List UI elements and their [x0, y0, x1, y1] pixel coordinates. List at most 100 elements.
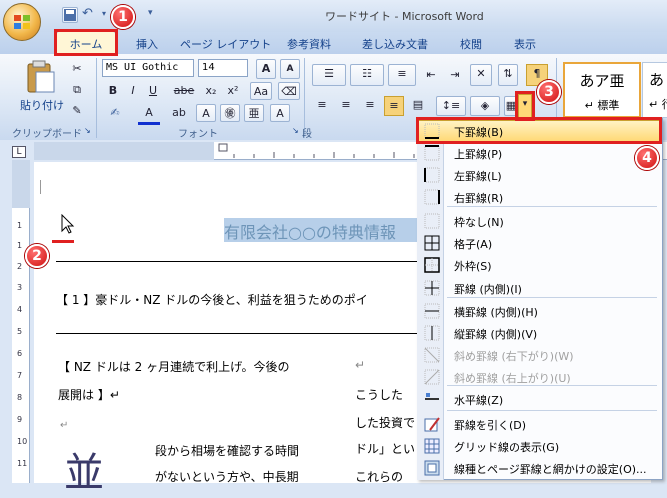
- menu-item[interactable]: 横罫線 (内側)(H): [418, 300, 662, 322]
- distributed-icon[interactable]: ▤: [408, 96, 428, 116]
- menu-item[interactable]: 縦罫線 (内側)(V): [418, 322, 662, 344]
- font-launcher-icon[interactable]: ↘: [292, 126, 299, 135]
- doc-line[interactable]: がないという方や、中長期: [155, 468, 299, 485]
- svg-text:7: 7: [17, 371, 22, 380]
- tab-view[interactable]: 表示: [514, 36, 536, 52]
- tab-insert[interactable]: 挿入: [136, 36, 158, 52]
- menu-item[interactable]: 上罫線(P): [418, 142, 662, 164]
- menu-item[interactable]: 右罫線(R): [418, 186, 662, 208]
- shading-icon[interactable]: ◈: [470, 96, 500, 116]
- doc-line[interactable]: した投資で: [355, 414, 415, 431]
- numbering-icon[interactable]: ☷: [350, 64, 384, 86]
- document-heading[interactable]: 有限会社○○の特典情報: [224, 218, 419, 242]
- diagonal-up-border-icon: [424, 369, 440, 385]
- menu-item[interactable]: 枠なし(N): [418, 210, 662, 232]
- menu-item[interactable]: 水平線(Z): [418, 388, 662, 410]
- menu-item[interactable]: グリッド線の表示(G): [418, 435, 662, 457]
- menu-item[interactable]: 左罫線(L): [418, 164, 662, 186]
- left-border-icon: [424, 167, 440, 183]
- view-gridlines-icon: [424, 438, 440, 454]
- char-shading-icon[interactable]: A: [196, 104, 216, 122]
- clipboard-launcher-icon[interactable]: ↘: [84, 126, 91, 135]
- menu-item[interactable]: 外枠(S): [418, 254, 662, 276]
- bold-icon[interactable]: B: [104, 82, 122, 100]
- increase-indent-icon[interactable]: ⇥: [444, 66, 466, 84]
- menu-item-label: 縦罫線 (内側)(V): [454, 328, 538, 341]
- font-size-select[interactable]: 14: [198, 59, 248, 77]
- menu-item[interactable]: 罫線を引く(D): [418, 413, 662, 435]
- style-normal[interactable]: あア亜 ↵ 標準: [563, 62, 641, 118]
- step-badge-4: 4: [635, 146, 659, 170]
- doc-line[interactable]: ドル」とい: [355, 440, 415, 457]
- tab-review[interactable]: 校閲: [460, 36, 482, 52]
- tab-page-layout[interactable]: ページ レイアウト: [180, 36, 271, 52]
- customize-qat-icon[interactable]: ▾: [148, 8, 153, 18]
- doc-line[interactable]: 【 1 】豪ドル・NZ ドルの今後と、利益を狙うためのポイ: [56, 291, 368, 308]
- style-next[interactable]: あ ↵ 行: [642, 62, 667, 118]
- decrease-indent-icon[interactable]: ⇤: [420, 66, 442, 84]
- menu-item-label: 斜め罫線 (右下がり)(W): [454, 350, 574, 363]
- undo-dropdown-icon[interactable]: ▾: [102, 9, 106, 18]
- svg-text:2: 2: [17, 262, 22, 271]
- office-button[interactable]: [3, 3, 41, 41]
- cut-icon[interactable]: ✂: [68, 60, 86, 78]
- format-painter-icon[interactable]: ✎: [68, 102, 86, 120]
- vertical-ruler[interactable]: 1123 4567 8 9 10 11: [12, 160, 30, 483]
- save-icon[interactable]: [62, 7, 78, 23]
- line-selection-marker: [52, 240, 74, 243]
- tab-references[interactable]: 参考資料: [287, 36, 331, 52]
- paste-button[interactable]: 貼り付け: [20, 97, 64, 113]
- drop-cap[interactable]: 並: [64, 440, 104, 498]
- italic-icon[interactable]: I: [124, 82, 142, 100]
- font-color-icon[interactable]: A: [138, 104, 160, 125]
- align-center-icon[interactable]: ≡: [336, 96, 356, 116]
- draw-table-icon: [424, 416, 440, 432]
- line-spacing-icon[interactable]: ↕≡: [436, 96, 466, 116]
- text-effects-icon[interactable]: ✍: [104, 104, 126, 122]
- asian-layout-icon[interactable]: ✕: [470, 64, 492, 86]
- highlight-color-icon[interactable]: ab: [168, 104, 190, 122]
- underline-icon[interactable]: U: [144, 82, 162, 100]
- phonetic-guide-icon[interactable]: 亜: [244, 104, 264, 122]
- svg-text:3: 3: [17, 283, 22, 292]
- menu-item-label: 枠なし(N): [454, 216, 504, 229]
- enclosed-char-icon[interactable]: ㊝: [220, 104, 240, 122]
- menu-item-label: 線種とページ罫線と網かけの設定(O)...: [454, 463, 647, 476]
- menu-item-label: 外枠(S): [454, 260, 492, 273]
- justify-icon[interactable]: ≡: [384, 96, 404, 116]
- doc-line[interactable]: こうした: [355, 386, 403, 403]
- top-border-icon: [424, 145, 440, 161]
- menu-item[interactable]: 格子(A): [418, 232, 662, 254]
- grow-font-icon[interactable]: A: [256, 59, 276, 79]
- align-left-icon[interactable]: ≡: [312, 96, 332, 116]
- clipboard-group-label: クリップボード: [12, 129, 82, 140]
- menu-item[interactable]: 罫線 (内側)(I): [418, 277, 662, 299]
- strikethrough-icon[interactable]: abe: [170, 82, 198, 100]
- bullets-icon[interactable]: ☰: [312, 64, 346, 86]
- menu-item-label: 罫線を引く(D): [454, 419, 527, 432]
- doc-line[interactable]: 【 NZ ドルは 2 ヶ月連続で利上げ。今後の: [58, 358, 290, 375]
- undo-icon[interactable]: ↶: [82, 6, 100, 22]
- doc-line[interactable]: これらの: [355, 468, 403, 485]
- char-border-icon[interactable]: A: [270, 104, 290, 122]
- tab-selector-icon[interactable]: L: [12, 146, 26, 158]
- menu-item-label: 水平線(Z): [454, 394, 504, 407]
- change-case-icon[interactable]: Aa: [250, 82, 272, 100]
- subscript-icon[interactable]: x₂: [200, 82, 222, 100]
- menu-separator: [447, 385, 657, 386]
- paste-icon[interactable]: [22, 60, 58, 94]
- doc-line[interactable]: 段から相場を確認する時間: [155, 442, 299, 459]
- font-name-select[interactable]: MS UI Gothic: [102, 59, 194, 77]
- menu-item[interactable]: 線種とページ罫線と網かけの設定(O)...: [418, 457, 662, 479]
- style-name-2: ↵ 行: [649, 98, 667, 111]
- tab-mailings[interactable]: 差し込み文書: [362, 36, 428, 52]
- doc-line[interactable]: 展開は 】↵: [58, 386, 120, 403]
- menu-item-label: 上罫線(P): [454, 148, 503, 161]
- sort-icon[interactable]: ⇅: [498, 64, 518, 86]
- copy-icon[interactable]: ⧉: [68, 81, 86, 99]
- superscript-icon[interactable]: x²: [222, 82, 244, 100]
- align-right-icon[interactable]: ≡: [360, 96, 380, 116]
- clear-formatting-icon[interactable]: ⌫: [278, 82, 300, 100]
- shrink-font-icon[interactable]: A: [280, 59, 300, 79]
- multilevel-list-icon[interactable]: ≡: [388, 64, 416, 86]
